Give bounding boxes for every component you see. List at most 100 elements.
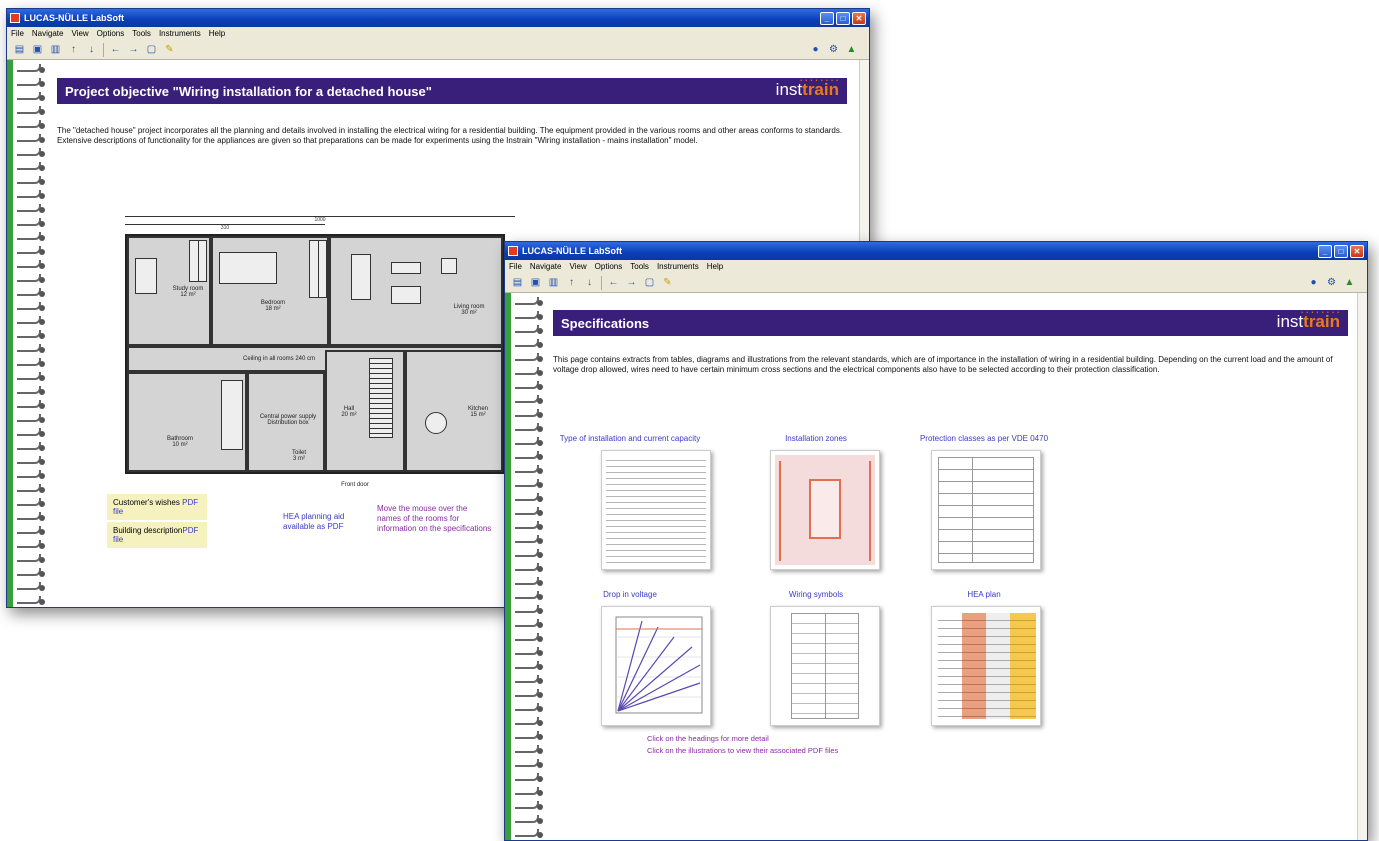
dimension-left: 310 <box>125 224 325 231</box>
page-title: Project objective "Wiring installation f… <box>65 83 432 99</box>
menu-instruments[interactable]: Instruments <box>159 29 201 38</box>
print-icon[interactable]: ▥ <box>547 276 560 289</box>
window2-titlebar[interactable]: LUCAS-NÜLLE LabSoft _ □ ✕ <box>505 242 1367 260</box>
close-button[interactable]: ✕ <box>852 11 866 25</box>
thumb-title-hea-plan[interactable]: HEA plan <box>899 590 1069 599</box>
tool-icon[interactable]: ⚙ <box>1325 276 1338 289</box>
spiral-ring <box>515 619 543 628</box>
pen-icon[interactable]: ✎ <box>163 43 176 56</box>
triangle-icon[interactable]: ▲ <box>845 43 858 56</box>
room-bedroom[interactable]: Bedroom 18 m² <box>211 236 329 346</box>
spiral-binding <box>7 60 49 607</box>
hover-instruction-note: Move the mouse over the names of the roo… <box>377 504 492 533</box>
open-icon[interactable]: ▤ <box>13 43 26 56</box>
spiral-ring <box>17 260 45 269</box>
arrow-down-icon[interactable]: ↓ <box>583 276 596 289</box>
spiral-ring <box>17 232 45 241</box>
thumb-hea-plan[interactable] <box>931 606 1041 726</box>
spiral-ring <box>515 521 543 530</box>
spiral-ring <box>515 395 543 404</box>
menu-navigate[interactable]: Navigate <box>530 262 562 271</box>
back-icon[interactable]: ← <box>109 43 122 56</box>
minimize-button[interactable]: _ <box>1318 244 1332 258</box>
spiral-ring <box>17 288 45 297</box>
thumb-wiring-symbols[interactable] <box>770 606 880 726</box>
room-hall[interactable]: Hall 20 m² <box>325 350 405 472</box>
globe-icon[interactable]: ● <box>1307 276 1320 289</box>
spiral-ring <box>515 731 543 740</box>
back-icon[interactable]: ← <box>607 276 620 289</box>
spiral-ring <box>515 325 543 334</box>
spiral-ring <box>17 64 45 73</box>
thumb-protection-classes[interactable] <box>931 450 1041 570</box>
vertical-scrollbar[interactable] <box>1357 293 1367 840</box>
thumb-title-voltage-drop[interactable]: Drop in voltage <box>545 590 715 599</box>
room-power-supply[interactable]: Central power supply Distribution box To… <box>247 372 325 472</box>
spiral-ring <box>17 78 45 87</box>
print-icon[interactable]: ▥ <box>49 43 62 56</box>
open-icon[interactable]: ▤ <box>511 276 524 289</box>
spiral-ring <box>17 386 45 395</box>
maximize-button[interactable]: □ <box>1334 244 1348 258</box>
window-icon[interactable]: ▢ <box>643 276 656 289</box>
triangle-icon[interactable]: ▲ <box>1343 276 1356 289</box>
thumb-voltage-drop[interactable] <box>601 606 711 726</box>
menu-view[interactable]: View <box>71 29 88 38</box>
arrow-down-icon[interactable]: ↓ <box>85 43 98 56</box>
thumb-installation-zones[interactable] <box>770 450 880 570</box>
menu-options[interactable]: Options <box>595 262 623 271</box>
menu-options[interactable]: Options <box>97 29 125 38</box>
spiral-ring <box>515 479 543 488</box>
forward-icon[interactable]: → <box>127 43 140 56</box>
app-icon <box>508 246 518 256</box>
thumb-installation-capacity[interactable] <box>601 450 711 570</box>
thumb-title-installation-zones[interactable]: Installation zones <box>731 434 901 443</box>
save-icon[interactable]: ▣ <box>31 43 44 56</box>
page-title-banner: Specifications • • • • • • • • insttrain <box>553 310 1348 336</box>
thumb-title-installation-capacity[interactable]: Type of installation and current capacit… <box>545 434 715 443</box>
menu-tools[interactable]: Tools <box>630 262 649 271</box>
menu-view[interactable]: View <box>569 262 586 271</box>
menu-instruments[interactable]: Instruments <box>657 262 699 271</box>
window1-titlebar[interactable]: LUCAS-NÜLLE LabSoft _ □ ✕ <box>7 9 869 27</box>
spiral-ring <box>17 428 45 437</box>
close-button[interactable]: ✕ <box>1350 244 1364 258</box>
menu-navigate[interactable]: Navigate <box>32 29 64 38</box>
menu-file[interactable]: File <box>11 29 24 38</box>
window2-menubar: File Navigate View Options Tools Instrum… <box>505 260 1367 273</box>
spiral-ring <box>17 372 45 381</box>
building-description-link[interactable]: Building descriptionPDF file <box>107 522 207 548</box>
globe-icon[interactable]: ● <box>809 43 822 56</box>
room-toilet[interactable]: Toilet 3 m² <box>279 450 319 462</box>
app-icon <box>10 13 20 23</box>
thumb-title-wiring-symbols[interactable]: Wiring symbols <box>731 590 901 599</box>
spiral-ring <box>17 358 45 367</box>
hea-planning-note[interactable]: HEA planning aid available as PDF <box>283 512 373 532</box>
pen-icon[interactable]: ✎ <box>661 276 674 289</box>
menu-tools[interactable]: Tools <box>132 29 151 38</box>
spiral-ring <box>515 367 543 376</box>
menu-help[interactable]: Help <box>707 262 723 271</box>
menu-help[interactable]: Help <box>209 29 225 38</box>
spiral-ring <box>515 829 543 838</box>
arrow-up-icon[interactable]: ↑ <box>565 276 578 289</box>
hint-illustrations: Click on the illustrations to view their… <box>647 746 839 755</box>
forward-icon[interactable]: → <box>625 276 638 289</box>
tool-icon[interactable]: ⚙ <box>827 43 840 56</box>
save-icon[interactable]: ▣ <box>529 276 542 289</box>
arrow-up-icon[interactable]: ↑ <box>67 43 80 56</box>
thumb-title-protection-classes[interactable]: Protection classes as per VDE 0470 <box>899 434 1069 443</box>
minimize-button[interactable]: _ <box>820 11 834 25</box>
room-living[interactable]: Living room 30 m² <box>329 236 503 346</box>
customer-wishes-link[interactable]: Customer's wishes PDF file <box>107 494 207 520</box>
spiral-ring <box>515 675 543 684</box>
spiral-ring <box>17 596 45 605</box>
page-title-banner: Project objective "Wiring installation f… <box>57 78 847 104</box>
window-icon[interactable]: ▢ <box>145 43 158 56</box>
room-bathroom[interactable]: Bathroom 10 m² <box>127 372 247 472</box>
room-study[interactable]: Study room 12 m² <box>127 236 211 346</box>
room-kitchen[interactable]: Kitchen 15 m² <box>405 350 503 472</box>
menu-file[interactable]: File <box>509 262 522 271</box>
maximize-button[interactable]: □ <box>836 11 850 25</box>
spiral-ring <box>515 549 543 558</box>
